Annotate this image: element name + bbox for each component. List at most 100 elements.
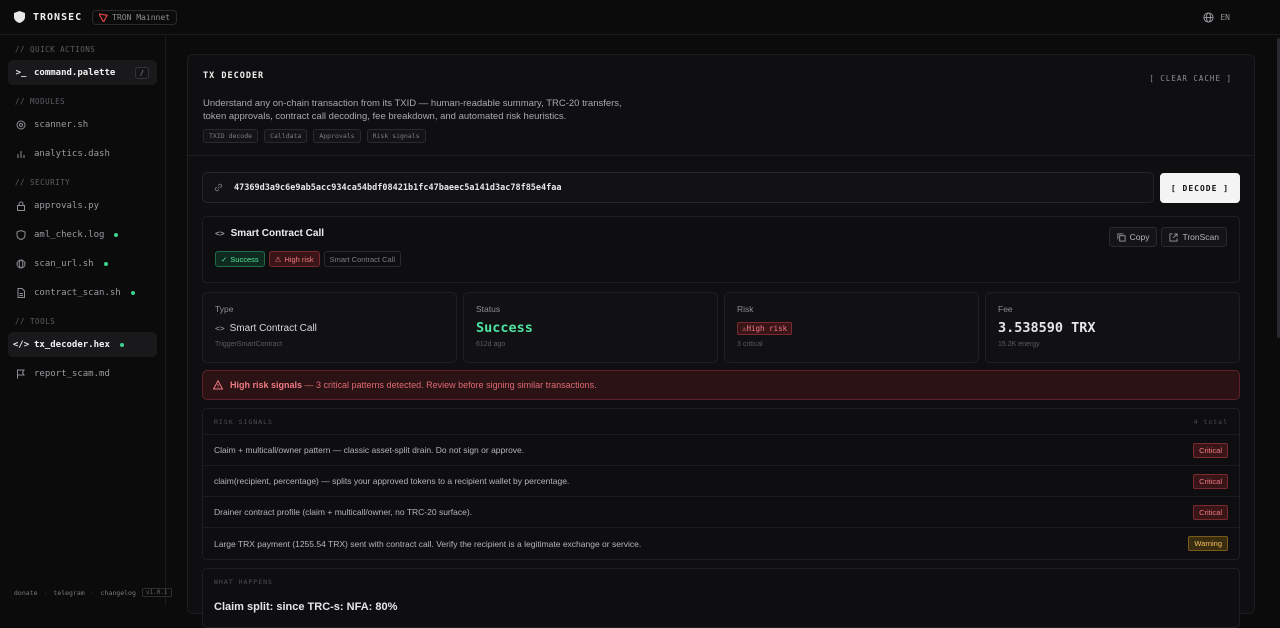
success-badge: ✓ Success: [215, 251, 265, 267]
terminal-icon: >_: [15, 67, 27, 78]
stat-label: Status: [476, 304, 501, 314]
separator: ·: [90, 588, 95, 597]
feature-chips: TXID decode Calldata Approvals Risk sign…: [203, 129, 1239, 143]
stat-sub: 3 critical: [737, 341, 763, 348]
bar-chart-icon: [17, 150, 25, 158]
risk-alert: High risk signals — 3 critical patterns …: [202, 370, 1240, 400]
decode-button[interactable]: [ DECODE ]: [1160, 173, 1240, 203]
section-modules: // MODULES: [15, 97, 66, 106]
sidebar-item-report-scam[interactable]: report_scam.md: [8, 361, 157, 386]
link-icon: [214, 183, 223, 192]
check-icon: ✓: [221, 254, 228, 264]
tronscan-label: TronScan: [1182, 232, 1219, 242]
signal-text: Claim + multicall/owner pattern — classi…: [214, 445, 525, 455]
copy-button[interactable]: Copy: [1108, 227, 1158, 247]
section-security: // SECURITY: [15, 178, 71, 187]
type-value: Smart Contract Call: [229, 322, 317, 334]
status-dot: [114, 232, 119, 237]
clear-cache-button[interactable]: [ CLEAR CACHE ]: [1149, 74, 1232, 83]
success-label: Success: [230, 254, 259, 264]
external-link-icon: [1169, 232, 1179, 242]
stat-label: Risk: [737, 304, 754, 314]
code-icon: </>: [12, 339, 30, 350]
sidebar-item-label: contract_scan.sh: [34, 287, 121, 298]
severity-badge: Critical: [1193, 504, 1228, 520]
stat-sub: 612d ago: [476, 341, 506, 348]
version-badge: v1.0.1: [141, 588, 172, 597]
signal-text: Large TRX payment (1255.54 TRX) sent wit…: [214, 538, 642, 549]
sidebar-item-label: scan_url.sh: [34, 258, 94, 269]
signals-title: RISK SIGNALS: [214, 417, 273, 426]
stat-label: Fee: [998, 304, 1013, 314]
feature-chip: Risk signals: [366, 129, 426, 143]
risk-signals-list: RISK SIGNALS 4 total Claim + multicall/o…: [202, 408, 1240, 560]
sidebar-footer: donate · telegram · changelog v1.0.1: [14, 588, 172, 597]
stat-value: <> Smart Contract Call: [215, 320, 444, 336]
txid-input[interactable]: 47369d3a9c6e9ab5acc934ca54bdf08421b1fc47…: [202, 172, 1154, 203]
signals-count: 4 total: [1193, 417, 1228, 426]
sidebar-item-label: approvals.py: [34, 200, 100, 211]
signal-text: claim(recipient, percentage) — splits yo…: [214, 476, 570, 486]
shield-icon: [16, 229, 26, 240]
sidebar-item-approvals[interactable]: approvals.py: [8, 193, 157, 218]
type-badge: Smart Contract Call: [323, 251, 402, 267]
stat-value: ⚠High risk: [737, 320, 966, 336]
telegram-link[interactable]: telegram: [53, 589, 84, 597]
signals-header: RISK SIGNALS 4 total: [203, 409, 1239, 435]
sidebar-item-aml-check[interactable]: aml_check.log: [8, 222, 157, 247]
severity-badge: Warning: [1188, 536, 1228, 551]
sidebar-item-contract-scan[interactable]: contract_scan.sh: [8, 280, 157, 305]
sidebar-item-label: scanner.sh: [34, 119, 89, 130]
severity-badge: Critical: [1193, 442, 1228, 458]
stat-sub: 15.2K energy: [998, 341, 1040, 348]
sidebar-item-scanner[interactable]: scanner.sh: [8, 112, 157, 137]
status-dot: [130, 290, 135, 295]
txid-value: 47369d3a9c6e9ab5acc934ca54bdf08421b1fc47…: [234, 182, 562, 193]
tx-decoder-panel: TX DECODER [ CLEAR CACHE ] Understand an…: [187, 54, 1255, 628]
sidebar-item-scan-url[interactable]: scan_url.sh: [8, 251, 157, 276]
list-item: claim(recipient, percentage) — splits yo…: [203, 466, 1239, 497]
fee-value: 3.538590 TRX: [998, 320, 1096, 336]
status-value: Success: [476, 320, 533, 336]
call-tags: ✓ Success ⚠ High risk Smart Contract Call: [215, 251, 1227, 267]
changelog-link[interactable]: changelog: [101, 589, 136, 597]
tron-icon: [99, 12, 109, 22]
section-quick-actions: // QUICK ACTIONS: [15, 45, 96, 54]
list-item: Drainer contract profile (claim + multic…: [203, 497, 1239, 528]
alert-message: — 3 critical patterns detected. Review b…: [302, 380, 597, 390]
what-happens-header: WHAT HAPPENS: [214, 578, 273, 586]
stat-sub: TriggerSmartContract: [215, 341, 283, 348]
top-bar: TRONSEC TRON Mainnet EN: [0, 0, 1280, 35]
command-palette-label: command.palette: [34, 67, 116, 78]
flag-icon: [17, 369, 25, 378]
code-icon: <>: [215, 323, 225, 333]
list-item: Claim + multicall/owner pattern — classi…: [203, 435, 1239, 466]
brand[interactable]: TRONSEC: [14, 11, 82, 23]
feature-chip: Approvals: [313, 129, 361, 143]
command-palette-button[interactable]: >_ command.palette /: [8, 60, 157, 85]
network-selector[interactable]: TRON Mainnet: [92, 9, 177, 25]
warning-icon: ⚠: [274, 254, 282, 264]
globe-icon: [16, 259, 26, 268]
radar-icon: [16, 120, 26, 129]
page-title: TX DECODER: [203, 71, 265, 81]
risk-value: High risk: [746, 323, 788, 333]
tronscan-button[interactable]: TronScan: [1161, 227, 1227, 247]
stat-type: Type <> Smart Contract Call TriggerSmart…: [202, 292, 457, 363]
sidebar-item-label: aml_check.log: [34, 229, 105, 240]
sidebar-item-analytics[interactable]: analytics.dash: [8, 141, 157, 166]
stat-label: Type: [215, 304, 234, 314]
sidebar-item-tx-decoder[interactable]: </> tx_decoder.hex: [8, 332, 157, 357]
list-item: Large TRX payment (1255.54 TRX) sent wit…: [203, 528, 1239, 559]
call-title-text: Smart Contract Call: [230, 228, 324, 239]
globe-icon: [1203, 11, 1214, 23]
sidebar-item-label: analytics.dash: [34, 148, 110, 159]
stat-status: Status Success 612d ago: [463, 292, 718, 363]
language-selector[interactable]: EN: [1203, 11, 1230, 23]
lock-icon: [17, 201, 25, 211]
risk-badge: ⚠ High risk: [268, 251, 320, 267]
separator: ·: [43, 588, 48, 597]
what-happens-text: Claim split: since TRC-s: NFA: 80%: [214, 601, 398, 613]
language-label: EN: [1220, 12, 1230, 22]
donate-link[interactable]: donate: [14, 589, 37, 597]
